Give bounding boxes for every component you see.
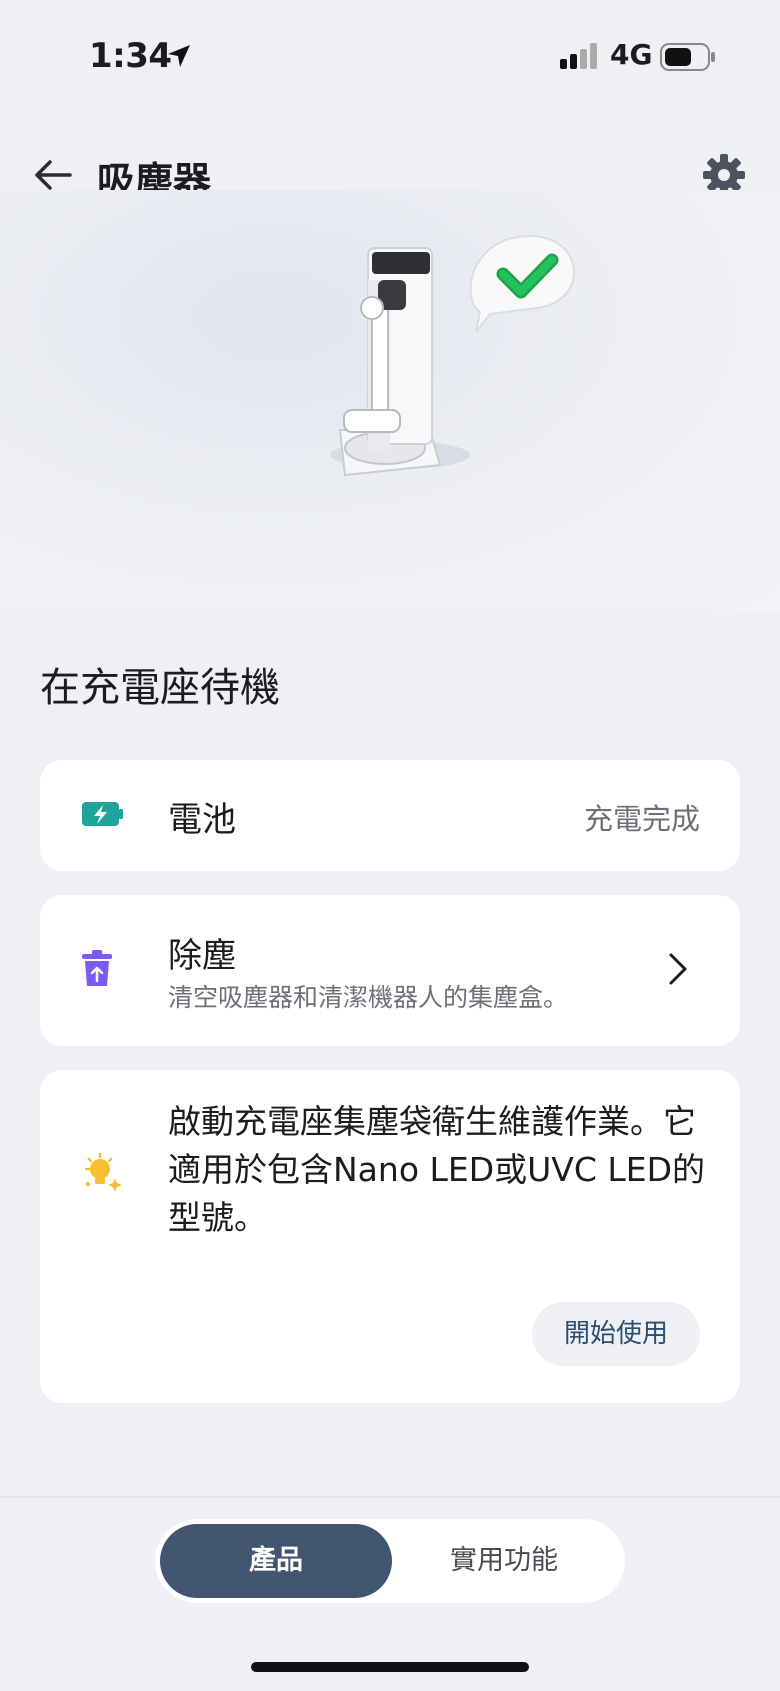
dust-empty-card[interactable]: 除塵 清空吸塵器和清潔機器人的集塵盒。 bbox=[40, 895, 740, 1046]
battery-status: 充電完成 bbox=[583, 802, 700, 836]
trash-upload-icon bbox=[82, 950, 112, 986]
battery-card: 電池 充電完成 bbox=[40, 760, 740, 871]
status-bar: 1:34 4G bbox=[0, 0, 780, 115]
arrow-left-icon[interactable] bbox=[34, 158, 74, 192]
cellular-signal-icon bbox=[560, 43, 597, 69]
tip-text: 啟動充電座集塵袋衛生維護作業。它適用於包含Nano LED或UVC LED的型號… bbox=[168, 1102, 706, 1237]
bottom-divider bbox=[0, 1496, 780, 1498]
dust-label: 除塵 bbox=[168, 936, 236, 976]
battery-charging-icon bbox=[82, 802, 123, 826]
tab-products[interactable]: 產品 bbox=[160, 1524, 392, 1598]
tab-utilities[interactable]: 實用功能 bbox=[388, 1524, 620, 1598]
battery-icon bbox=[660, 43, 715, 71]
home-indicator[interactable] bbox=[251, 1662, 529, 1672]
bottom-tab-bar: 產品 實用功能 bbox=[155, 1519, 625, 1603]
device-status-text: 在充電座待機 bbox=[40, 665, 280, 711]
start-button[interactable]: 開始使用 bbox=[532, 1302, 700, 1366]
device-illustration bbox=[0, 190, 780, 610]
status-time: 1:34 bbox=[89, 36, 172, 76]
bulb-sparkle-icon bbox=[84, 1152, 122, 1192]
dust-description: 清空吸塵器和清潔機器人的集塵盒。 bbox=[168, 983, 569, 1012]
battery-label: 電池 bbox=[168, 800, 236, 840]
location-arrow-icon bbox=[168, 45, 190, 67]
maintenance-tip-card: 啟動充電座集塵袋衛生維護作業。它適用於包含Nano LED或UVC LED的型號… bbox=[40, 1070, 740, 1403]
network-type: 4G bbox=[610, 38, 653, 71]
chevron-right-icon bbox=[669, 953, 687, 985]
vacuum-station-image bbox=[330, 234, 575, 477]
